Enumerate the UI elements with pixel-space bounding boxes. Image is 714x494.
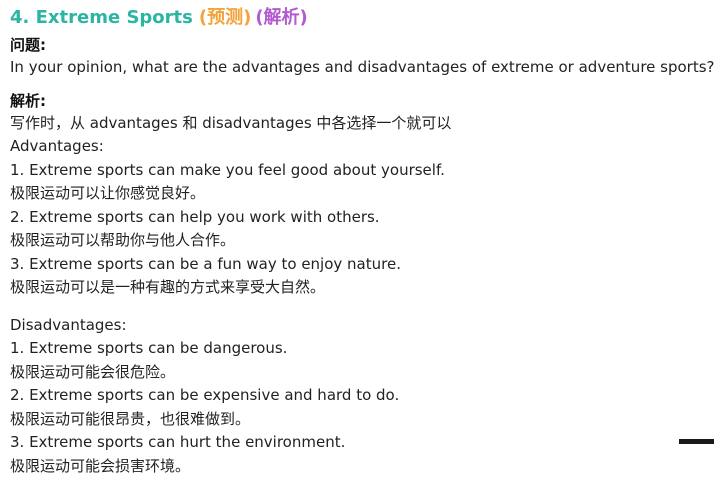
section-title: 4. Extreme Sports (预测) (解析) bbox=[10, 6, 708, 30]
document-body: 4. Extreme Sports (预测) (解析) 问题: In your op… bbox=[10, 6, 714, 478]
advantage-line: 3. Extreme sports can be a fun way to en… bbox=[10, 254, 401, 273]
title-topic: 4. Extreme Sports bbox=[10, 7, 193, 28]
disadvantages-label: Disadvantages: bbox=[10, 315, 127, 334]
analysis-heading: 解析: bbox=[10, 91, 46, 110]
disadvantage-line: 极限运动可能会损害环境。 bbox=[10, 456, 191, 475]
advantage-line: 2. Extreme sports can help you work with… bbox=[10, 207, 380, 226]
disadvantage-line: 极限运动可能会很危险。 bbox=[10, 362, 176, 381]
title-tag-analysis: (解析) bbox=[255, 7, 308, 28]
disadvantage-line: 1. Extreme sports can be dangerous. bbox=[10, 339, 288, 357]
advantage-line: 极限运动可以是一种有趣的方式来享受大自然。 bbox=[10, 278, 326, 296]
question-heading: 问题: bbox=[10, 36, 46, 54]
analysis-intro: 写作时，从 advantages 和 disadvantages 中各选择一个就… bbox=[10, 113, 452, 132]
disadvantage-line: 3. Extreme sports can hurt the environme… bbox=[10, 433, 346, 451]
disadvantage-line: 极限运动可能很昂贵，也很难做到。 bbox=[10, 409, 251, 428]
advantage-line: 极限运动可以帮助你与他人合作。 bbox=[10, 231, 236, 249]
question-text: In your opinion, what are the advantages… bbox=[10, 58, 714, 76]
advantage-line: 极限运动可以让你感觉良好。 bbox=[10, 184, 206, 202]
decorative-dash bbox=[679, 439, 714, 444]
advantages-label: Advantages: bbox=[10, 137, 104, 155]
advantage-line: 1. Extreme sports can make you feel good… bbox=[10, 160, 445, 179]
title-tag-predict: (预测) bbox=[198, 7, 252, 28]
disadvantage-line: 2. Extreme sports can be expensive and h… bbox=[10, 386, 400, 404]
